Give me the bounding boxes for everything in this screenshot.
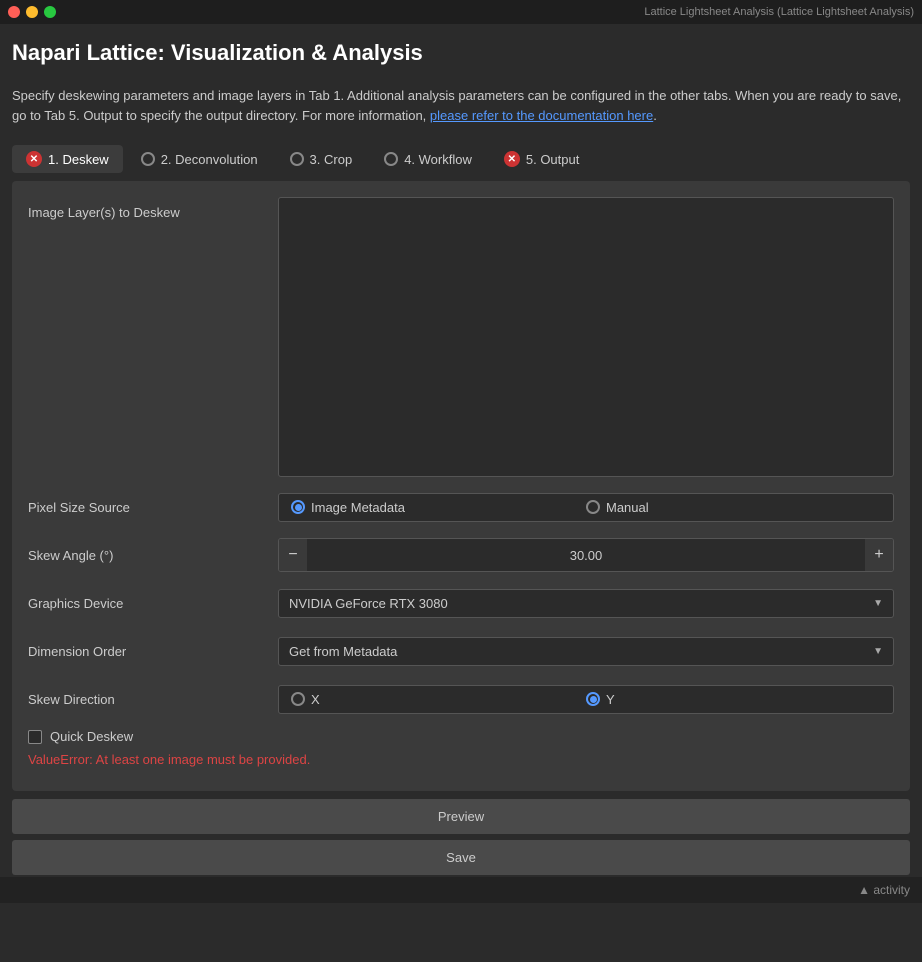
tab-deskew-icon: ✕ [26, 151, 42, 167]
skew-angle-spinbox: − 30.00 + [278, 538, 894, 572]
skew-angle-control: − 30.00 + [278, 538, 894, 572]
skew-direction-control: X Y [278, 685, 894, 714]
close-button[interactable] [8, 6, 20, 18]
save-button[interactable]: Save [12, 840, 910, 875]
tab-deconvolution[interactable]: 2. Deconvolution [127, 145, 272, 173]
graphics-device-arrow-icon: ▼ [873, 598, 883, 609]
tab-deconvolution-icon [141, 152, 155, 166]
activity-link[interactable]: ▲ activity [858, 883, 910, 897]
skew-direction-radio-group: X Y [278, 685, 894, 714]
dimension-order-dropdown[interactable]: Get from Metadata ▼ [278, 637, 894, 666]
skew-direction-row: Skew Direction X Y [28, 681, 894, 717]
documentation-link[interactable]: please refer to the documentation here [430, 108, 653, 123]
tab-output[interactable]: ✕ 5. Output [490, 145, 593, 173]
tab-deskew-label: 1. Deskew [48, 152, 109, 167]
skew-angle-value: 30.00 [307, 548, 865, 563]
image-layer-label: Image Layer(s) to Deskew [28, 197, 278, 220]
app-title: Napari Lattice: Visualization & Analysis [12, 40, 910, 66]
graphics-device-control: NVIDIA GeForce RTX 3080 ▼ [278, 589, 894, 618]
tabs-container: ✕ 1. Deskew 2. Deconvolution 3. Crop 4. … [0, 133, 922, 173]
radio-manual[interactable]: Manual [586, 500, 881, 515]
pixel-size-source-row: Pixel Size Source Image Metadata Manual [28, 489, 894, 525]
radio-manual-circle [586, 500, 600, 514]
radio-image-metadata[interactable]: Image Metadata [291, 500, 586, 515]
pixel-size-source-label: Pixel Size Source [28, 500, 278, 515]
graphics-device-label: Graphics Device [28, 596, 278, 611]
radio-skew-x-circle [291, 692, 305, 706]
tab-deconvolution-label: 2. Deconvolution [161, 152, 258, 167]
graphics-device-dropdown[interactable]: NVIDIA GeForce RTX 3080 ▼ [278, 589, 894, 618]
graphics-device-value: NVIDIA GeForce RTX 3080 [289, 596, 448, 611]
bottom-bar: ▲ activity [0, 877, 922, 903]
quick-deskew-label: Quick Deskew [50, 729, 133, 744]
radio-skew-x-label: X [311, 692, 320, 707]
title-bar-controls [8, 6, 56, 18]
tab-output-label: 5. Output [526, 152, 579, 167]
dimension-order-control: Get from Metadata ▼ [278, 637, 894, 666]
maximize-button[interactable] [44, 6, 56, 18]
graphics-device-row: Graphics Device NVIDIA GeForce RTX 3080 … [28, 585, 894, 621]
tab-workflow-icon [384, 152, 398, 166]
dimension-order-arrow-icon: ▼ [873, 646, 883, 657]
dimension-order-value: Get from Metadata [289, 644, 397, 659]
description-section: Specify deskewing parameters and image l… [0, 74, 922, 133]
dimension-order-label: Dimension Order [28, 644, 278, 659]
pixel-size-source-control: Image Metadata Manual [278, 493, 894, 522]
image-layer-list[interactable] [278, 197, 894, 477]
tab-workflow[interactable]: 4. Workflow [370, 145, 486, 173]
skew-angle-minus-button[interactable]: − [279, 539, 307, 571]
preview-button[interactable]: Preview [12, 799, 910, 834]
skew-direction-label: Skew Direction [28, 692, 278, 707]
tab-crop-icon [290, 152, 304, 166]
error-message: ValueError: At least one image must be p… [28, 752, 894, 767]
main-content: Image Layer(s) to Deskew Pixel Size Sour… [12, 181, 910, 791]
app-title-section: Napari Lattice: Visualization & Analysis [0, 24, 922, 74]
tab-crop[interactable]: 3. Crop [276, 145, 367, 173]
quick-deskew-checkbox[interactable] [28, 730, 42, 744]
radio-image-metadata-label: Image Metadata [311, 500, 405, 515]
tab-crop-label: 3. Crop [310, 152, 353, 167]
radio-skew-x[interactable]: X [291, 692, 586, 707]
skew-angle-plus-button[interactable]: + [865, 539, 893, 571]
radio-skew-y[interactable]: Y [586, 692, 881, 707]
minimize-button[interactable] [26, 6, 38, 18]
pixel-size-source-radio-group: Image Metadata Manual [278, 493, 894, 522]
radio-manual-label: Manual [606, 500, 649, 515]
image-layer-row: Image Layer(s) to Deskew [28, 197, 894, 477]
tab-workflow-label: 4. Workflow [404, 152, 472, 167]
dimension-order-row: Dimension Order Get from Metadata ▼ [28, 633, 894, 669]
quick-deskew-row: Quick Deskew [28, 729, 894, 744]
title-bar: Lattice Lightsheet Analysis (Lattice Lig… [0, 0, 922, 24]
description-text-part2: . [653, 108, 657, 123]
radio-image-metadata-circle [291, 500, 305, 514]
radio-skew-y-label: Y [606, 692, 615, 707]
radio-skew-y-circle [586, 692, 600, 706]
buttons-area: Preview Save [12, 799, 910, 877]
skew-angle-row: Skew Angle (°) − 30.00 + [28, 537, 894, 573]
tab-output-icon: ✕ [504, 151, 520, 167]
tab-deskew[interactable]: ✕ 1. Deskew [12, 145, 123, 173]
skew-angle-label: Skew Angle (°) [28, 548, 278, 563]
window-title: Lattice Lightsheet Analysis (Lattice Lig… [644, 6, 914, 18]
